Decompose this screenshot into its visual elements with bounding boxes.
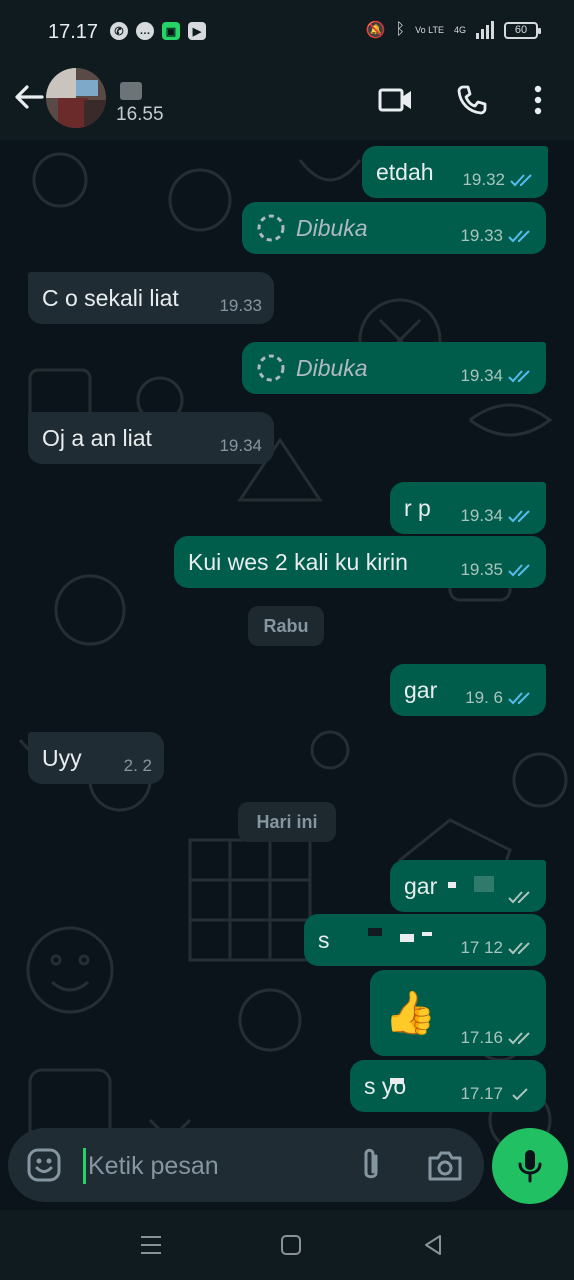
message-text: C o sekali liat xyxy=(42,284,179,311)
emoji-message-bubble[interactable]: 👍 17.16 xyxy=(370,970,546,1056)
view-once-bubble[interactable]: Dibuka 19.34 xyxy=(242,342,546,394)
read-receipt-icon xyxy=(508,564,530,577)
message-text: Kui wes 2 kali ku kirin xyxy=(188,548,408,575)
read-receipt-icon xyxy=(508,692,530,705)
sent-receipt-icon xyxy=(512,1088,528,1101)
microphone-button[interactable] xyxy=(492,1128,568,1204)
status-time: 17.17 xyxy=(48,21,99,43)
message-bubble-outgoing[interactable]: s 17 12 xyxy=(304,914,546,966)
emoji-icon[interactable] xyxy=(26,1147,62,1183)
message-text: s yo xyxy=(364,1072,407,1099)
view-once-bubble[interactable]: Dibuka 19.33 xyxy=(242,202,546,254)
message-time: 2. 2 xyxy=(123,756,152,775)
message-time: 19.34 xyxy=(219,436,262,455)
home-icon[interactable] xyxy=(278,1232,304,1258)
video-call-icon[interactable] xyxy=(376,80,416,120)
message-bubble-outgoing[interactable]: gar xyxy=(390,860,546,912)
message-text: etdah xyxy=(376,158,434,185)
whatsapp-notification-icon: ✆ xyxy=(110,22,128,40)
message-time: 19.35 xyxy=(460,560,503,579)
system-navigation-bar xyxy=(0,1210,574,1280)
message-text: Uyy xyxy=(42,744,82,771)
emoji-text: 👍 xyxy=(384,988,437,1036)
view-once-opened-icon xyxy=(257,354,285,382)
date-divider: Hari ini xyxy=(238,802,336,842)
system-icons: 🔕 ᛒ Vo LTE 4G 60 xyxy=(365,20,541,40)
message-bubble-outgoing[interactable]: s yo 17.17 xyxy=(350,1060,546,1112)
message-text: gar xyxy=(404,676,438,703)
battery-icon: 60 xyxy=(504,21,541,39)
chat-header: 16.55 xyxy=(0,64,574,140)
back-arrow-icon[interactable] xyxy=(12,80,46,114)
view-once-opened-icon xyxy=(257,214,285,242)
camera-icon[interactable] xyxy=(426,1148,464,1184)
voice-call-icon[interactable] xyxy=(452,80,492,120)
message-time: 19.34 xyxy=(460,366,503,385)
message-bubble-outgoing[interactable]: etdah 19.32 xyxy=(362,146,548,198)
network-type: 4G xyxy=(453,24,466,35)
app-notification-icon: ▣ xyxy=(162,22,180,40)
message-text: Oj a an liat xyxy=(42,424,152,451)
youtube-notification-icon: ▶ xyxy=(188,22,206,40)
mute-icon: 🔕 xyxy=(365,22,386,39)
message-list[interactable]: etdah 19.32 Dibuka 19.33 C o sekali liat… xyxy=(0,140,574,1210)
status-bar: 17.17 ✆ … ▣ ▶ 🔕 ᛒ Vo LTE 4G 60 xyxy=(0,0,574,64)
message-bubble-outgoing[interactable]: Kui wes 2 kali ku kirin 19.35 xyxy=(174,536,546,588)
contact-name-redacted[interactable] xyxy=(120,82,142,100)
microphone-icon xyxy=(518,1150,542,1183)
message-text: gar xyxy=(404,872,438,899)
read-receipt-icon xyxy=(510,174,532,187)
message-time: 19.34 xyxy=(460,506,503,525)
message-text: Dibuka xyxy=(296,354,368,381)
message-bubble-incoming[interactable]: C o sekali liat 19.33 xyxy=(28,272,274,324)
attach-icon[interactable] xyxy=(354,1146,388,1184)
message-text: r p xyxy=(404,494,431,521)
delivered-receipt-icon xyxy=(508,891,530,904)
message-time: 19.32 xyxy=(462,170,505,189)
message-time: 19.33 xyxy=(460,226,503,245)
message-input[interactable]: Ketik pesan xyxy=(88,1152,219,1181)
read-receipt-icon xyxy=(508,230,530,243)
message-time: 17.16 xyxy=(460,1028,503,1047)
message-composer[interactable]: Ketik pesan xyxy=(8,1128,484,1202)
read-receipt-icon xyxy=(508,370,530,383)
read-receipt-icon xyxy=(508,510,530,523)
delivered-receipt-icon xyxy=(508,1032,530,1045)
text-cursor xyxy=(83,1148,86,1184)
message-time: 19.33 xyxy=(219,296,262,315)
back-icon[interactable] xyxy=(420,1232,446,1258)
message-bubble-incoming[interactable]: Oj a an liat 19.34 xyxy=(28,412,274,464)
signal-icon xyxy=(476,21,494,39)
chat-notification-icon: … xyxy=(136,22,154,40)
message-text: s xyxy=(318,926,330,953)
contact-avatar[interactable] xyxy=(46,68,106,128)
volte-icon: Vo LTE xyxy=(415,24,444,35)
message-bubble-outgoing[interactable]: r p 19.34 xyxy=(390,482,546,534)
message-bubble-outgoing[interactable]: gar 19. 6 xyxy=(390,664,546,716)
message-time: 19. 6 xyxy=(465,688,503,707)
notification-icons: ✆ … ▣ ▶ xyxy=(110,22,206,40)
recents-icon[interactable] xyxy=(138,1232,164,1258)
message-time: 17 12 xyxy=(460,938,503,957)
delivered-receipt-icon xyxy=(508,942,530,955)
last-seen-text: 16.55 xyxy=(116,104,164,125)
bluetooth-icon: ᛒ xyxy=(395,21,406,38)
message-time: 17.17 xyxy=(460,1084,503,1103)
message-text: Dibuka xyxy=(296,214,368,241)
date-divider: Rabu xyxy=(248,606,324,646)
message-bubble-incoming[interactable]: Uyy 2. 2 xyxy=(28,732,164,784)
more-options-icon[interactable] xyxy=(518,80,558,120)
